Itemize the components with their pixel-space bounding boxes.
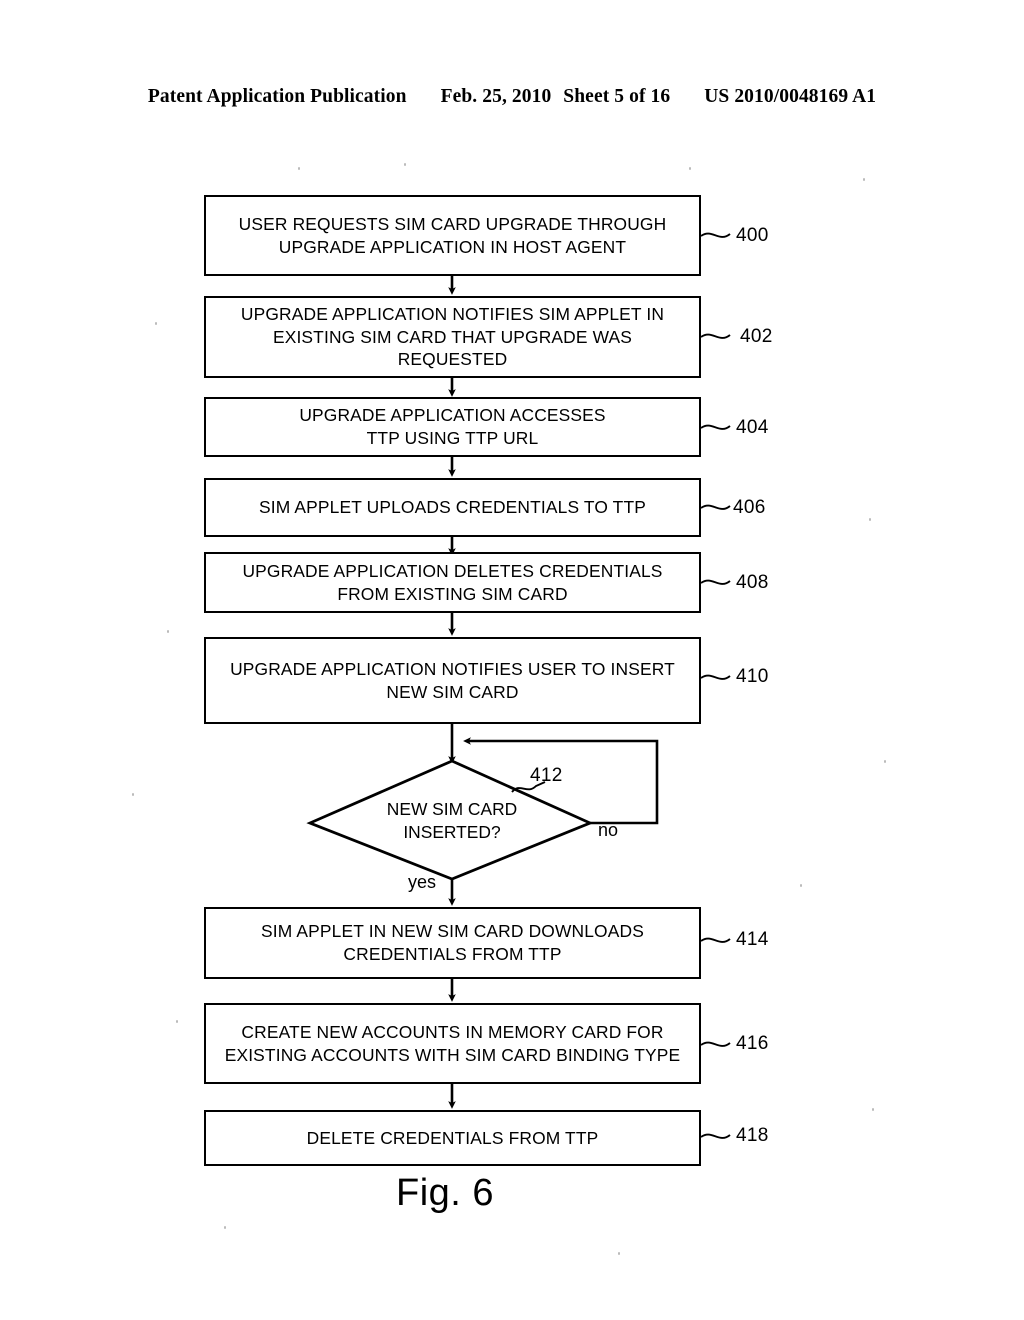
process-box-404-text: UPGRADE APPLICATION ACCESSES TTP USING T… [299,405,606,448]
process-box-414-text: SIM APPLET IN NEW SIM CARD DOWNLOADS CRE… [261,921,644,964]
process-box-404[interactable]: UPGRADE APPLICATION ACCESSES TTP USING T… [204,397,701,457]
reference-numeral-404: 404 [736,417,769,438]
header-publication: Patent Application Publication [147,86,407,107]
reference-numeral-408: 408 [736,572,769,593]
scan-speck [872,1108,874,1111]
leader-line-404 [700,424,731,430]
header-patent-number: US 2010/0048169 A1 [704,86,877,107]
leader-line-406 [700,504,731,510]
leader-line-418 [700,1133,731,1139]
process-box-410-text: UPGRADE APPLICATION NOTIFIES USER TO INS… [230,658,675,702]
reference-numeral-410: 410 [736,666,769,687]
scan-speck [298,167,300,170]
process-box-400-text: USER REQUESTS SIM CARD UPGRADE THROUGH U… [238,213,667,257]
process-box-402[interactable]: UPGRADE APPLICATION NOTIFIES SIM APPLET … [204,296,701,378]
leader-line-414 [700,937,731,943]
reference-numeral-400: 400 [736,225,769,246]
process-box-408-text: UPGRADE APPLICATION DELETES CREDENTIALS … [242,560,663,604]
scan-speck [618,1252,620,1255]
scan-speck [800,884,802,887]
patent-page: Patent Application Publication Feb. 25, … [0,0,1024,1320]
page-header: Patent Application Publication Feb. 25, … [0,84,1024,110]
branch-label-no: no [598,820,619,840]
decision-412-text: NEW SIM CARD INSERTED? [386,799,518,842]
leader-line-400 [700,232,731,238]
scan-speck [863,178,865,181]
process-box-416-text: CREATE NEW ACCOUNTS IN MEMORY CARD FOR E… [224,1021,681,1065]
leader-line-416 [700,1041,731,1047]
scan-speck [224,1226,226,1229]
scan-speck [689,167,691,170]
scan-speck [884,760,886,763]
header-date: Feb. 25, 2010 [440,86,552,107]
header-sheet: Sheet 5 of 16 [563,86,671,107]
branch-label-yes: yes [408,872,437,892]
reference-numeral-406: 406 [733,497,766,518]
reference-numeral-416: 416 [736,1033,769,1054]
process-box-400[interactable]: USER REQUESTS SIM CARD UPGRADE THROUGH U… [204,195,701,276]
reference-numeral-402: 402 [740,326,773,347]
scan-speck [176,1020,178,1023]
scan-speck [132,793,134,796]
process-box-418[interactable]: DELETE CREDENTIALS FROM TTP [204,1110,701,1166]
scan-speck [404,163,406,166]
process-box-402-text: UPGRADE APPLICATION NOTIFIES SIM APPLET … [240,303,665,370]
reference-numeral-414: 414 [736,929,769,950]
leader-line-402 [700,333,731,339]
leader-line-410 [700,674,731,680]
process-box-410[interactable]: UPGRADE APPLICATION NOTIFIES USER TO INS… [204,637,701,724]
process-box-406-text: SIM APPLET UPLOADS CREDENTIALS TO TTP [259,497,646,518]
figure-caption: Fig. 6 [396,1172,495,1214]
reference-numeral-412: 412 [530,765,563,786]
scan-speck [167,630,169,633]
process-box-406[interactable]: SIM APPLET UPLOADS CREDENTIALS TO TTP [204,478,701,537]
leader-line-408 [700,579,731,585]
process-box-414[interactable]: SIM APPLET IN NEW SIM CARD DOWNLOADS CRE… [204,907,701,979]
scan-speck [869,518,871,521]
process-box-408[interactable]: UPGRADE APPLICATION DELETES CREDENTIALS … [204,552,701,613]
reference-numeral-418: 418 [736,1125,769,1146]
process-box-416[interactable]: CREATE NEW ACCOUNTS IN MEMORY CARD FOR E… [204,1003,701,1084]
process-box-418-text: DELETE CREDENTIALS FROM TTP [306,1127,599,1148]
scan-speck [155,322,157,325]
